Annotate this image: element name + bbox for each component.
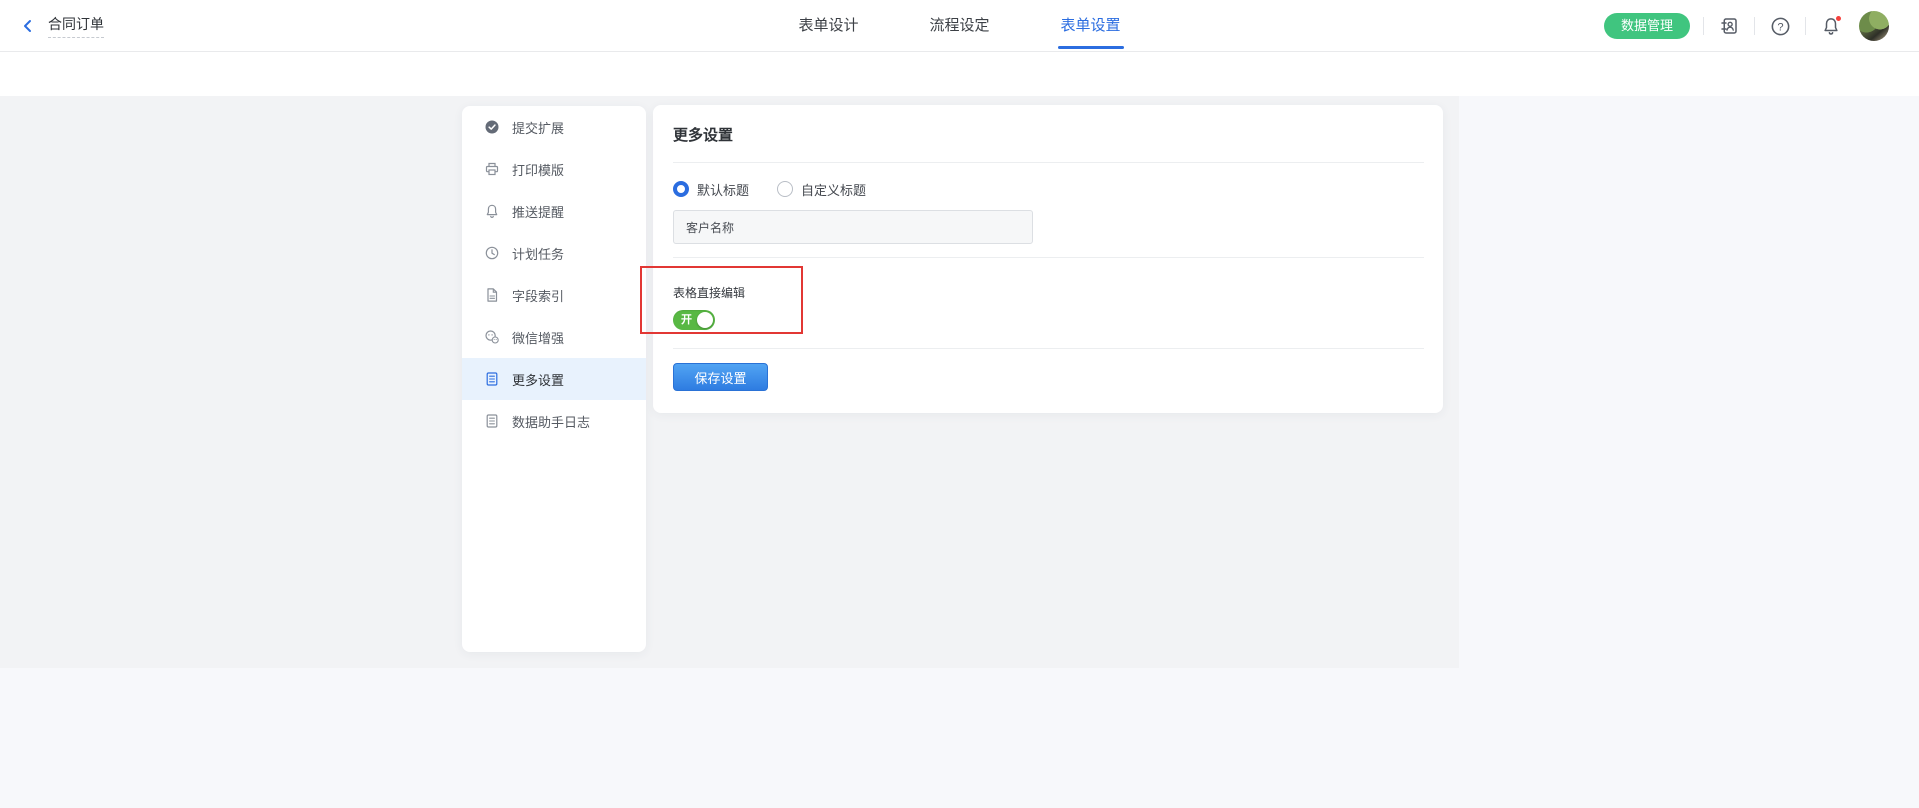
- sidebar-item-wechat-enhance[interactable]: 微信增强: [462, 316, 646, 358]
- sidebar-item-label: 打印模版: [512, 160, 564, 179]
- sidebar-item-label: 字段索引: [512, 286, 564, 305]
- bell-icon: [484, 203, 500, 219]
- divider: [673, 162, 1424, 163]
- sidebar-item-field-index[interactable]: 字段索引: [462, 274, 646, 316]
- custom-title-radio[interactable]: [777, 181, 793, 197]
- divider: [1703, 17, 1704, 35]
- divider: [673, 348, 1424, 349]
- sidebar-item-label: 提交扩展: [512, 118, 564, 137]
- sidebar-item-scheduled-tasks[interactable]: 计划任务: [462, 232, 646, 274]
- title-field-input[interactable]: [673, 210, 1033, 244]
- active-tab-underline: [1058, 46, 1124, 49]
- tab-form-design[interactable]: 表单设计: [798, 0, 858, 52]
- printer-icon: [484, 161, 500, 177]
- save-settings-button[interactable]: 保存设置: [673, 363, 768, 391]
- tab-form-settings-label: 表单设置: [1061, 17, 1121, 34]
- clock-icon: [484, 245, 500, 261]
- help-icon: ?: [1770, 16, 1791, 37]
- sidebar-item-label: 推送提醒: [512, 202, 564, 221]
- title-mode-row: 默认标题 自定义标题: [673, 180, 1424, 198]
- sidebar-item-push-reminder[interactable]: 推送提醒: [462, 190, 646, 232]
- divider: [1754, 17, 1755, 35]
- settings-sidebar: 提交扩展 打印模版 推送提醒 计划任务: [462, 106, 646, 652]
- data-manage-button[interactable]: 数据管理: [1604, 13, 1690, 39]
- address-book-icon: [1719, 16, 1739, 36]
- default-title-label[interactable]: 默认标题: [697, 180, 749, 199]
- avatar[interactable]: [1859, 11, 1889, 41]
- sidebar-item-label: 更多设置: [512, 370, 564, 389]
- list-icon: [484, 413, 500, 429]
- subheader-strip: [0, 52, 1919, 96]
- table-edit-toggle[interactable]: 开: [673, 310, 715, 330]
- notifications-button[interactable]: [1819, 14, 1843, 38]
- document-icon: [484, 287, 500, 303]
- default-title-radio[interactable]: [673, 181, 689, 197]
- list-icon: [484, 371, 500, 387]
- more-settings-panel: 更多设置 默认标题 自定义标题 表格直接编辑 开 保存设置: [653, 105, 1443, 413]
- address-book-button[interactable]: [1717, 14, 1741, 38]
- svg-text:?: ?: [1777, 21, 1783, 33]
- tab-form-settings[interactable]: 表单设置: [1061, 0, 1121, 52]
- tab-flow-settings[interactable]: 流程设定: [929, 0, 989, 52]
- divider: [1805, 17, 1806, 35]
- toggle-knob: [697, 312, 713, 328]
- sidebar-item-label: 数据助手日志: [512, 412, 590, 431]
- panel-title: 更多设置: [673, 124, 1424, 145]
- check-circle-icon: [484, 119, 500, 135]
- sidebar-item-data-assistant-log[interactable]: 数据助手日志: [462, 400, 646, 442]
- toggle-on-text: 开: [681, 310, 692, 330]
- sidebar-item-label: 计划任务: [512, 244, 564, 263]
- sidebar-item-more-settings[interactable]: 更多设置: [462, 358, 646, 400]
- help-button[interactable]: ?: [1768, 14, 1792, 38]
- divider: [673, 257, 1424, 258]
- sidebar-item-print-template[interactable]: 打印模版: [462, 148, 646, 190]
- custom-title-label[interactable]: 自定义标题: [801, 180, 866, 199]
- notification-dot: [1835, 15, 1842, 22]
- sidebar-item-submit-extension[interactable]: 提交扩展: [462, 106, 646, 148]
- header-right: 数据管理 ?: [1604, 0, 1889, 52]
- wechat-icon: [484, 329, 500, 345]
- table-edit-label: 表格直接编辑: [673, 284, 1424, 301]
- sidebar-item-label: 微信增强: [512, 328, 564, 347]
- top-bar: 合同订单 表单设计 流程设定 表单设置 数据管理 ?: [0, 0, 1919, 52]
